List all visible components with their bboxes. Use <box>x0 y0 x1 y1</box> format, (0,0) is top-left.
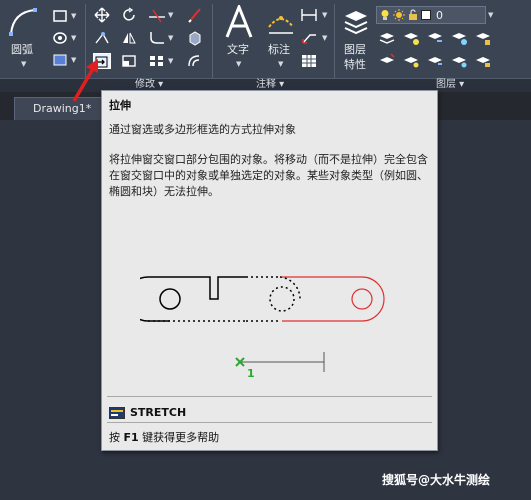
erase-button[interactable] <box>186 7 204 23</box>
lightbulb-icon <box>381 10 389 20</box>
text-label: 文字 <box>227 43 249 56</box>
tooltip-summary: 通过窗选或多边形框选的方式拉伸对象 <box>109 123 296 136</box>
layers-panel-label[interactable]: 图层 ▾ <box>436 78 464 92</box>
current-layer-name: 0 <box>436 8 443 22</box>
leader-icon <box>302 34 316 44</box>
rotate-icon <box>123 7 135 21</box>
layer-tool-10[interactable] <box>474 52 492 68</box>
explode-button[interactable] <box>186 30 204 46</box>
rectangle-dropdown-caret[interactable]: ▼ <box>71 12 76 20</box>
offset-icon <box>188 55 200 67</box>
layer-walk-icon <box>428 57 442 65</box>
linear-dimension-dropdown-caret[interactable]: ▼ <box>322 11 327 19</box>
tooltip-help-hint: 按 F1 键获得更多帮助 <box>109 431 220 444</box>
layer-dropdown[interactable]: 0 <box>376 6 486 24</box>
leader-dropdown-caret[interactable]: ▼ <box>322 34 327 42</box>
text-button[interactable] <box>222 4 256 40</box>
array-icon <box>150 56 163 66</box>
red-pointer-arrow <box>72 59 98 102</box>
stretch-illustration <box>140 276 385 372</box>
illustration-point-label: 1 <box>247 367 255 380</box>
trim-icon <box>149 9 165 23</box>
pencil-icon <box>188 8 201 23</box>
stretch-tooltip: 拉伸 通过窗选或多边形框选的方式拉伸对象 将拉伸窗交窗口部分包围的对象。将移动（… <box>101 90 438 451</box>
mirror-button[interactable] <box>120 30 138 46</box>
text-icon <box>225 5 253 38</box>
arc-dropdown-caret[interactable]: ▼ <box>21 60 26 68</box>
linear-dimension-icon <box>301 9 317 21</box>
layer-color-swatch <box>421 10 431 20</box>
tooltip-separator <box>107 396 432 397</box>
tooltip-description: 将拉伸窗交窗口部分包围的对象。将移动（而不是拉伸）完全包含在窗交窗口中的对象或单… <box>109 153 428 198</box>
rectangle-button[interactable] <box>51 8 69 24</box>
rectangle-icon <box>53 10 67 22</box>
sun-icon <box>393 9 405 21</box>
hatch-dropdown-caret[interactable]: ▼ <box>71 34 76 42</box>
command-line-icon <box>109 406 125 419</box>
array-dropdown-caret[interactable]: ▼ <box>168 57 173 65</box>
unlock-icon <box>409 9 417 20</box>
layer-tool-4[interactable] <box>450 30 468 46</box>
layer-match-icon <box>380 53 395 63</box>
layer-tool-2[interactable] <box>402 30 420 46</box>
layer-properties-label-line1: 图层 <box>344 43 366 56</box>
dimension-icon <box>268 16 294 34</box>
trim-dropdown-caret[interactable]: ▼ <box>168 11 173 19</box>
layer-off-icon <box>404 33 419 45</box>
layer-tool-5[interactable] <box>474 30 492 46</box>
layer-dropdown-caret[interactable]: ▼ <box>488 11 493 19</box>
offset-button[interactable] <box>186 53 204 69</box>
dimension-label: 标注 <box>268 43 290 56</box>
scale-button[interactable] <box>120 53 138 69</box>
trim-button[interactable] <box>148 7 166 23</box>
tooltip-title: 拉伸 <box>109 99 131 112</box>
layer-tool-1[interactable] <box>378 30 396 46</box>
region-button[interactable] <box>51 52 69 68</box>
watermark: 搜狐号@大水牛测绘 <box>382 473 491 487</box>
hatch-icon <box>53 32 67 44</box>
dimension-button[interactable] <box>264 4 298 40</box>
layer-freeze-icon <box>452 33 467 45</box>
table-icon <box>302 55 316 67</box>
fillet-dropdown-caret[interactable]: ▼ <box>168 34 173 42</box>
layer-previous-icon <box>404 57 419 68</box>
layer-tool-3[interactable] <box>426 30 444 46</box>
mirror-icon <box>123 32 136 44</box>
copy-button[interactable] <box>93 30 111 46</box>
scale-icon <box>122 55 136 67</box>
layer-tool-8[interactable] <box>426 52 444 68</box>
command-name: STRETCH <box>130 406 187 419</box>
move-button[interactable] <box>93 7 111 23</box>
rotate-button[interactable] <box>120 7 138 23</box>
layer-thaw-icon <box>452 57 467 68</box>
layer-properties-label-line2: 特性 <box>344 58 366 71</box>
fillet-button[interactable] <box>148 30 166 46</box>
copy-icon <box>95 32 109 44</box>
arc-label: 圆弧 <box>11 43 33 56</box>
layer-stack-icon <box>379 33 395 44</box>
layer-tool-9[interactable] <box>450 52 468 68</box>
layer-properties-icon <box>344 11 368 35</box>
layer-isolate-icon <box>428 33 442 42</box>
layer-tool-7[interactable] <box>402 52 420 68</box>
text-dropdown-caret[interactable]: ▼ <box>236 60 241 68</box>
arc-icon <box>9 8 37 36</box>
fillet-icon <box>150 32 164 44</box>
leader-button[interactable] <box>300 30 318 46</box>
dimension-dropdown-caret[interactable]: ▼ <box>278 60 283 68</box>
tooltip-separator <box>107 422 432 423</box>
tooltip-command: STRETCH <box>109 406 186 419</box>
table-button[interactable] <box>300 53 318 69</box>
layer-properties-button[interactable] <box>340 6 372 38</box>
move-icon <box>94 7 110 23</box>
cube-icon <box>189 31 201 46</box>
arc-button[interactable] <box>4 4 44 40</box>
layer-lock-icon <box>476 33 490 45</box>
layer-tool-6[interactable] <box>378 52 396 68</box>
array-button[interactable] <box>148 53 166 69</box>
layer-unlock-icon <box>476 57 490 67</box>
region-icon <box>53 54 67 66</box>
linear-dimension-button[interactable] <box>300 7 318 23</box>
hatch-button[interactable] <box>51 30 69 46</box>
